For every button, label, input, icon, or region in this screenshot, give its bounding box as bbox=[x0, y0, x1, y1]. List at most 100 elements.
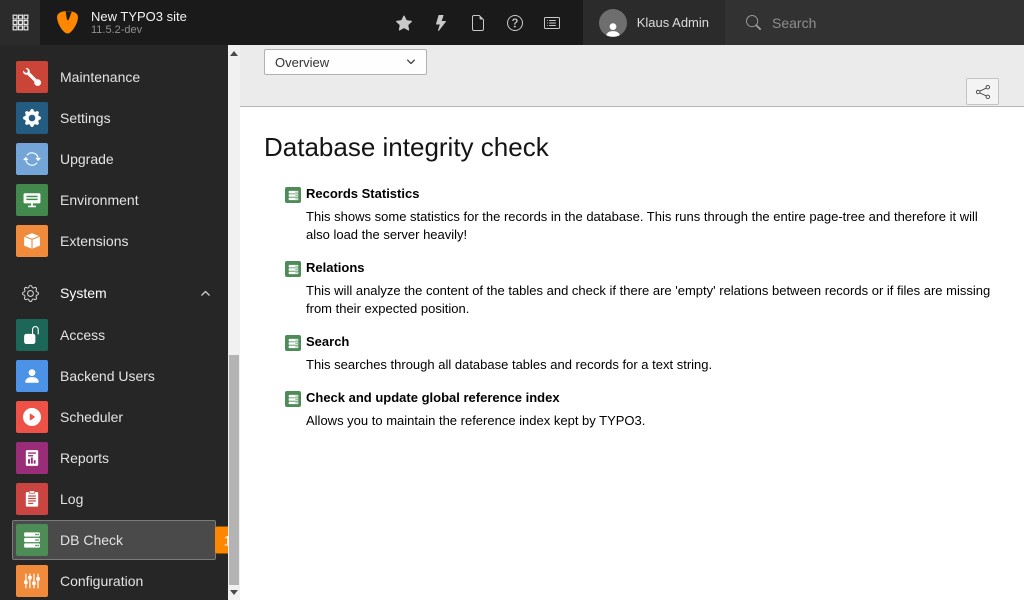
report-icon bbox=[16, 442, 48, 474]
sidebar-item-configuration[interactable]: Configuration bbox=[12, 561, 216, 600]
cube-icon bbox=[16, 225, 48, 257]
module-menu: Maintenance Settings Upgrade Environment Ext… bbox=[0, 45, 228, 600]
server-icon bbox=[16, 524, 48, 556]
topbar: New TYPO3 site 11.5.2-dev Klaus Admin bbox=[0, 0, 1024, 45]
person-icon bbox=[604, 21, 622, 37]
server-icon bbox=[285, 261, 301, 277]
sidebar-item-log[interactable]: Log bbox=[12, 479, 216, 519]
sidebar-item-label: Upgrade bbox=[60, 151, 114, 167]
chevron-down-icon bbox=[405, 56, 417, 68]
sliders-icon bbox=[16, 565, 48, 597]
check-item-search: Search This searches through all database… bbox=[264, 334, 1000, 374]
check-item-title: Check and update global reference index bbox=[306, 390, 560, 405]
list-button[interactable] bbox=[534, 0, 571, 45]
sidebar-item-reports[interactable]: Reports bbox=[12, 438, 216, 478]
docheader: Overview bbox=[240, 45, 1024, 107]
check-item-title: Relations bbox=[306, 260, 365, 275]
sidebar-scrollbar[interactable] bbox=[228, 45, 240, 600]
modules-toggle-button[interactable] bbox=[0, 0, 40, 45]
typo3-logo-icon bbox=[54, 9, 81, 36]
sidebar-item-label: Log bbox=[60, 491, 84, 507]
sidebar-item-label: Reports bbox=[60, 450, 110, 466]
sidebar-item-label: DB Check bbox=[60, 532, 124, 548]
clipboard-icon bbox=[16, 483, 48, 515]
search-input[interactable] bbox=[770, 13, 1024, 32]
sidebar-item-label: Access bbox=[60, 327, 106, 343]
monitor-icon bbox=[16, 184, 48, 216]
check-item-text: Records Statistics This shows some statis… bbox=[306, 186, 1000, 244]
sidebar-item-settings[interactable]: Settings bbox=[12, 98, 216, 138]
share-icon bbox=[975, 84, 990, 99]
check-item-description: This searches through all database table… bbox=[306, 357, 713, 372]
sidebar-item-label: Scheduler bbox=[60, 409, 124, 425]
sidebar-item-label: Configuration bbox=[60, 573, 144, 589]
section-header-system[interactable]: System bbox=[22, 281, 212, 305]
wrench-icon bbox=[16, 61, 48, 93]
avatar bbox=[598, 8, 627, 37]
sidebar-item-backend-users[interactable]: Backend Users bbox=[12, 356, 216, 396]
bolt-button[interactable] bbox=[423, 0, 460, 45]
section-label: System bbox=[60, 285, 107, 301]
check-item-records-statistics: Records Statistics This shows some statis… bbox=[264, 186, 1000, 244]
check-item-description: Allows you to maintain the reference ind… bbox=[306, 413, 646, 428]
sidebar-item-label: Environment bbox=[60, 192, 139, 208]
sidebar-item-access[interactable]: Access bbox=[12, 315, 216, 355]
sidebar-item-upgrade[interactable]: Upgrade bbox=[12, 139, 216, 179]
file-button[interactable] bbox=[460, 0, 497, 45]
site-version: 11.5.2-dev bbox=[91, 23, 143, 36]
site-title: New TYPO3 site bbox=[91, 8, 187, 24]
toolbar-icons bbox=[386, 0, 571, 45]
check-item-description: This shows some statistics for the recor… bbox=[306, 209, 978, 242]
sidebar-item-label: Backend Users bbox=[60, 368, 155, 384]
user-menu[interactable]: Klaus Admin bbox=[582, 0, 725, 45]
check-item-description: This will analyze the content of the tab… bbox=[306, 283, 991, 316]
content-area: Database integrity check Records Statist… bbox=[240, 107, 1024, 430]
scroll-up-arrow[interactable] bbox=[228, 47, 240, 59]
sidebar-item-label: Extensions bbox=[60, 233, 129, 249]
brand-text: New TYPO3 site 11.5.2-dev bbox=[91, 9, 187, 37]
star-icon bbox=[396, 14, 413, 31]
play-circle-icon bbox=[16, 401, 48, 433]
check-item-text: Relations This will analyze the content o… bbox=[306, 260, 1000, 318]
search-icon bbox=[746, 15, 761, 30]
grid-icon bbox=[12, 14, 29, 31]
sidebar-item-maintenance[interactable]: Maintenance bbox=[12, 57, 216, 97]
user-icon bbox=[16, 360, 48, 392]
check-item-title: Records Statistics bbox=[306, 186, 420, 201]
chevron-up-icon bbox=[199, 287, 212, 300]
sidebar-item-environment[interactable]: Environment bbox=[12, 180, 216, 220]
share-button[interactable] bbox=[966, 78, 999, 105]
function-select-value: Overview bbox=[275, 54, 330, 70]
sidebar-item-label: Settings bbox=[60, 110, 111, 126]
scrollbar-thumb[interactable] bbox=[229, 355, 239, 585]
notification-badge: 1 bbox=[215, 526, 228, 554]
server-icon bbox=[285, 335, 301, 351]
scroll-down-arrow[interactable] bbox=[228, 586, 240, 598]
check-item-check-and-update-global-reference-index: Check and update global reference index A… bbox=[264, 390, 1000, 430]
sidebar-item-scheduler[interactable]: Scheduler bbox=[12, 397, 216, 437]
bolt-icon bbox=[433, 14, 449, 31]
main-area: Overview Database integrity check Record… bbox=[240, 45, 1024, 600]
site-brand[interactable]: New TYPO3 site 11.5.2-dev bbox=[40, 0, 187, 45]
check-item-relations: Relations This will analyze the content o… bbox=[264, 260, 1000, 318]
server-icon bbox=[285, 187, 301, 203]
function-select[interactable]: Overview bbox=[264, 49, 427, 75]
help-icon bbox=[507, 14, 524, 31]
file-icon bbox=[470, 14, 486, 31]
check-item-text: Check and update global reference index A… bbox=[306, 390, 645, 430]
sidebar-item-db-check[interactable]: DB Check 1 bbox=[12, 520, 228, 560]
check-item-title: Search bbox=[306, 334, 350, 349]
check-list: Records Statistics This shows some statis… bbox=[264, 186, 1000, 430]
page-title: Database integrity check bbox=[264, 132, 549, 162]
gear-outline-icon bbox=[22, 284, 39, 302]
unlock-icon bbox=[16, 319, 48, 351]
star-button[interactable] bbox=[386, 0, 423, 45]
gear-icon bbox=[16, 102, 48, 134]
user-name: Klaus Admin bbox=[636, 15, 709, 30]
sidebar-item-extensions[interactable]: Extensions bbox=[12, 221, 216, 261]
help-button[interactable] bbox=[497, 0, 534, 45]
search-bar[interactable] bbox=[725, 0, 1024, 45]
list-icon bbox=[544, 15, 561, 31]
check-item-text: Search This searches through all database… bbox=[306, 334, 712, 374]
